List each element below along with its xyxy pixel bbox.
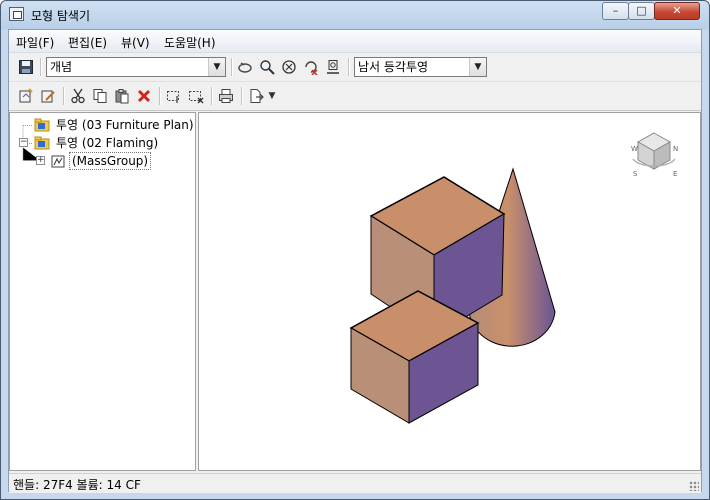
client-area: 파일(F) 편집(E) 뷰(V) 도움말(H) 개념 ▼ 남서 등각투영 ▼ ▼… xyxy=(8,29,702,493)
delete-icon[interactable] xyxy=(135,87,153,105)
viewcube-label[interactable]: E xyxy=(673,170,677,178)
status-bar: 핸들: 27F4 볼륨: 14 CF xyxy=(9,473,701,493)
toolbar-main: 개념 ▼ 남서 등각투영 ▼ xyxy=(9,53,701,82)
title-bar[interactable]: 모형 탐색기 – □ ✕ xyxy=(1,1,709,29)
orbit-icon[interactable] xyxy=(236,58,254,76)
export-icon[interactable] xyxy=(247,87,265,105)
chevron-down-icon[interactable]: ▼ xyxy=(208,58,225,76)
menu-file[interactable]: 파일(F) xyxy=(16,34,54,51)
view-direction-select[interactable]: 남서 등각투영 ▼ xyxy=(354,57,487,77)
cut-icon[interactable] xyxy=(69,87,87,105)
visual-style-value: 개념 xyxy=(50,60,73,74)
tree-item-label[interactable]: 투영 (03 Furniture Plan) xyxy=(54,117,196,133)
app-icon[interactable] xyxy=(9,7,24,21)
zoom-icon[interactable] xyxy=(258,58,276,76)
save-icon[interactable] xyxy=(17,58,35,76)
app-window: 모형 탐색기 – □ ✕ 파일(F) 편집(E) 뷰(V) 도움말(H) 개념 … xyxy=(0,0,710,500)
maximize-button[interactable]: □ xyxy=(628,2,655,20)
menu-bar: 파일(F) 편집(E) 뷰(V) 도움말(H) xyxy=(9,30,701,53)
paste-icon[interactable] xyxy=(113,87,131,105)
close-button[interactable]: ✕ xyxy=(654,2,700,20)
collapse-icon[interactable]: − xyxy=(19,138,28,147)
tree-item-label[interactable]: (MassGroup) xyxy=(68,152,152,170)
visual-style-select[interactable]: 개념 ▼ xyxy=(46,57,226,77)
resize-grip-icon[interactable] xyxy=(689,481,699,491)
new-view-icon[interactable] xyxy=(17,87,35,105)
expand-icon[interactable]: + xyxy=(36,156,45,165)
dropdown-arrow-icon[interactable]: ▼ xyxy=(266,87,278,105)
view-direction-value: 남서 등각투영 xyxy=(358,60,429,74)
chevron-down-icon[interactable]: ▼ xyxy=(469,58,486,76)
menu-help[interactable]: 도움말(H) xyxy=(164,34,216,51)
viewcube-label[interactable]: S xyxy=(633,170,638,178)
zoom-extents-icon[interactable] xyxy=(280,58,298,76)
viewcube-label[interactable]: W xyxy=(631,145,638,153)
model-tree[interactable]: 투영 (03 Furniture Plan) − 투영 (02 Flaming)… xyxy=(9,112,196,471)
model-view[interactable]: S W N E xyxy=(199,113,700,470)
window-title: 모형 탐색기 xyxy=(31,9,91,23)
pan-rotate-icon[interactable] xyxy=(302,58,320,76)
folder-view-icon xyxy=(34,136,50,150)
print-icon[interactable] xyxy=(217,87,235,105)
menu-view[interactable]: 뷰(V) xyxy=(121,34,150,51)
viewcube-widget[interactable]: S W N E xyxy=(631,132,678,178)
copy-icon[interactable] xyxy=(91,87,109,105)
deselect-icon[interactable] xyxy=(187,87,205,105)
menu-edit[interactable]: 편집(E) xyxy=(68,34,107,51)
status-text: 핸들: 27F4 볼륨: 14 CF xyxy=(13,478,141,492)
camera-icon[interactable] xyxy=(324,58,342,76)
3d-viewport[interactable]: S W N E xyxy=(198,112,701,471)
minimize-button[interactable]: – xyxy=(602,2,629,20)
toolbar-edit: ▼ xyxy=(9,82,701,111)
folder-view-icon xyxy=(34,118,50,132)
viewcube-label[interactable]: N xyxy=(673,145,678,153)
mass-group-icon xyxy=(50,154,66,168)
edit-view-icon[interactable] xyxy=(39,87,57,105)
tree-item-label[interactable]: 투영 (02 Flaming) xyxy=(54,135,160,151)
select-icon[interactable] xyxy=(165,87,183,105)
